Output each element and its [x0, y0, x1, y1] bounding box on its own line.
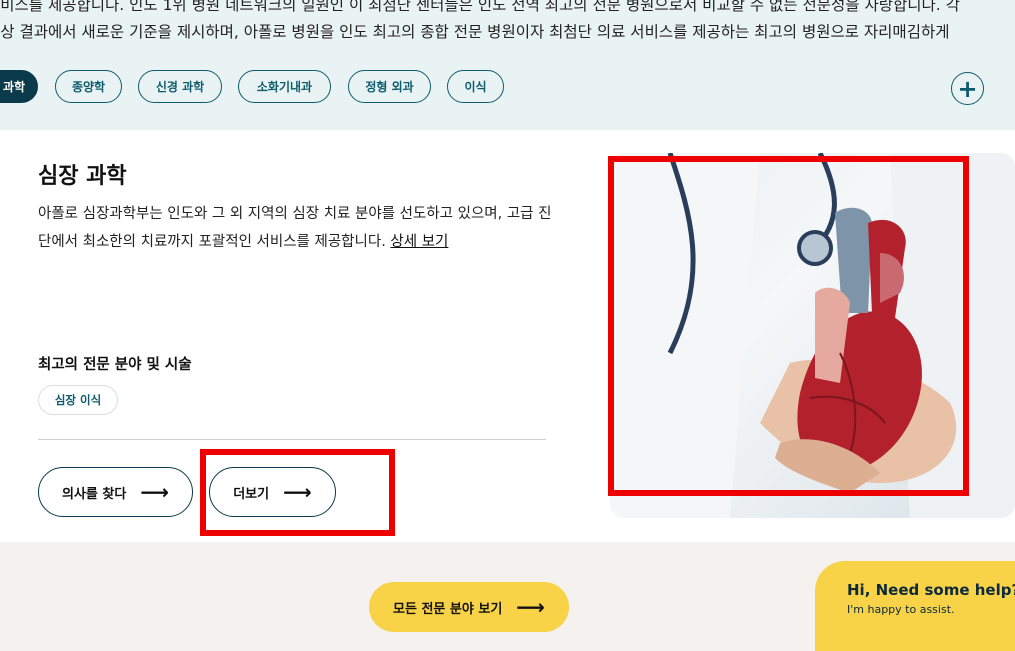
card-title: 심장 과학: [38, 164, 127, 189]
view-all-specialties-button[interactable]: 모든 전문 분야 보기 ⟶: [369, 582, 569, 632]
find-doctor-button[interactable]: 의사를 찾다 ⟶: [38, 467, 193, 517]
specialty-tag-heart-transplant[interactable]: 심장 이식: [38, 385, 118, 415]
tab-gastroenterology[interactable]: 소화기내과: [238, 70, 331, 103]
help-title: Hi, Need some help?: [847, 581, 1015, 599]
divider: [38, 439, 546, 440]
arrow-right-icon: ⟶: [283, 480, 312, 504]
see-more-link[interactable]: 상세 보기: [390, 234, 448, 250]
tab-neuroscience[interactable]: 신경 과학: [138, 70, 222, 103]
help-subtitle: I'm happy to assist.: [847, 603, 955, 616]
intro-text: 서비스를 제공합니다. 인도 1위 병원 네트워크의 일원인 이 최첨단 센터들…: [0, 0, 1015, 46]
intro-line-1: 서비스를 제공합니다. 인도 1위 병원 네트워크의 일원인 이 최첨단 센터들…: [0, 0, 960, 14]
tab-orthopedics[interactable]: 정형 외과: [348, 70, 431, 103]
cardiac-hero-image: [610, 153, 1015, 518]
more-tabs-plus-icon[interactable]: +: [951, 72, 984, 105]
view-all-label: 모든 전문 분야 보기: [393, 601, 503, 617]
heart-model-illustration: [610, 153, 1015, 518]
specialty-tab-bar: 과학 종양학 신경 과학 소화기내과 정형 외과 이식: [0, 70, 1015, 106]
help-chat-widget[interactable]: Hi, Need some help? I'm happy to assist.: [815, 561, 1015, 651]
tab-transplant[interactable]: 이식: [447, 70, 504, 103]
intro-line-2: 임상 결과에서 새로운 기준을 제시하며, 아폴로 병원을 인도 최고의 종합 …: [0, 23, 950, 41]
card-description: 아폴로 심장과학부는 인도와 그 외 지역의 심장 치료 분야를 선도하고 있으…: [38, 200, 558, 256]
specialties-heading: 최고의 전문 분야 및 시술: [38, 357, 192, 373]
arrow-right-icon: ⟶: [140, 480, 169, 504]
card-description-text: 아폴로 심장과학부는 인도와 그 외 지역의 심장 치료 분야를 선도하고 있으…: [38, 206, 552, 250]
more-button-label: 더보기: [233, 486, 270, 502]
arrow-right-icon: ⟶: [516, 595, 545, 619]
more-button[interactable]: 더보기 ⟶: [209, 467, 336, 517]
tab-cardiac-sciences[interactable]: 과학: [0, 70, 38, 103]
tab-oncology[interactable]: 종양학: [55, 70, 122, 103]
find-doctor-label: 의사를 찾다: [62, 486, 127, 502]
